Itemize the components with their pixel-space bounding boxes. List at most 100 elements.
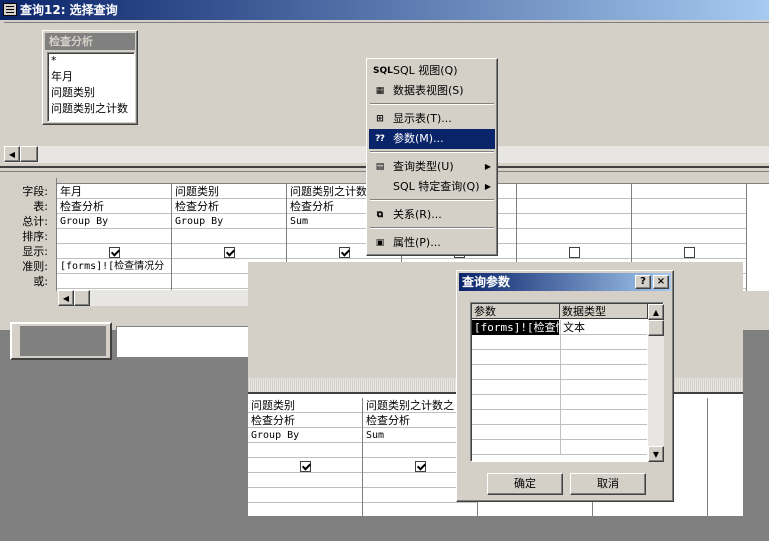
data-type-cell[interactable]: 文本 (560, 320, 647, 335)
or-cell[interactable] (57, 274, 171, 289)
table-row[interactable] (472, 365, 647, 380)
parameters-icon: ⁇ (375, 134, 385, 144)
sort-cell[interactable] (172, 229, 286, 244)
menu-separator (370, 227, 494, 229)
table-row[interactable] (472, 440, 647, 455)
menu-item-show-table[interactable]: ⊞ 显示表(T)... (369, 109, 495, 129)
grid-column[interactable]: 年月 检查分析 Group By [forms]![检查情况分 (57, 184, 172, 291)
menu-separator (370, 199, 494, 201)
context-menu[interactable]: SQL SQL 视图(Q) ▦ 数据表视图(S) ⊞ 显示表(T)... ⁇ 参… (366, 58, 498, 256)
total-cell[interactable] (517, 214, 631, 229)
field-cell[interactable]: 问题类别 (248, 398, 362, 413)
menu-item-sql-view[interactable]: SQL SQL 视图(Q) (369, 61, 495, 81)
field-list-title[interactable]: 检查分析 (45, 33, 135, 50)
grid-column[interactable]: 问题类别 检查分析 Group By (248, 398, 363, 518)
query-type-icon: ▤ (375, 162, 385, 172)
field-list[interactable]: * 年月 问题类别 问题类别之计数 (47, 52, 135, 122)
dialog-titlebar[interactable]: 查询参数 ? × (459, 273, 671, 291)
scroll-left-icon[interactable]: ◀ (58, 290, 74, 306)
field-cell[interactable] (632, 184, 746, 199)
show-checkbox[interactable] (108, 246, 120, 258)
relationships-icon: ⧉ (376, 210, 384, 220)
row-label-field: 字段: (22, 185, 48, 198)
scroll-thumb[interactable] (648, 320, 664, 336)
total-cell[interactable] (632, 214, 746, 229)
scroll-left-icon[interactable]: ◀ (4, 146, 20, 162)
background-panel (20, 326, 106, 356)
criteria-cell[interactable]: [forms]![检查情况分 (57, 259, 171, 274)
show-checkbox[interactable] (223, 246, 235, 258)
scroll-thumb[interactable] (20, 146, 38, 162)
show-cell[interactable] (632, 244, 746, 259)
show-cell[interactable] (57, 244, 171, 259)
table-row[interactable] (472, 395, 647, 410)
table-cell[interactable] (517, 199, 631, 214)
field-item[interactable]: 问题类别 (48, 85, 134, 101)
parameter-cell[interactable]: [forms]![检查情 (472, 320, 559, 335)
parameters-table[interactable]: 参数 数据类型 [forms]![检查情 文本 ▲ ▼ (470, 302, 664, 462)
scroll-thumb[interactable] (74, 290, 90, 306)
table-row[interactable] (472, 380, 647, 395)
field-cell[interactable] (517, 184, 631, 199)
column-header-data-type[interactable]: 数据类型 (560, 304, 648, 319)
sort-cell[interactable] (57, 229, 171, 244)
menu-item-parameters[interactable]: ⁇ 参数(M)... (369, 129, 495, 149)
query-icon (3, 3, 17, 16)
show-cell[interactable] (172, 244, 286, 259)
row-label-show: 显示: (22, 245, 48, 258)
close-icon[interactable]: × (653, 275, 669, 289)
help-icon[interactable]: ? (635, 275, 651, 289)
total-cell[interactable]: Group By (172, 214, 286, 229)
table-cell[interactable]: 检查分析 (172, 199, 286, 214)
table-row[interactable] (472, 335, 647, 350)
menu-item-datasheet-view[interactable]: ▦ 数据表视图(S) (369, 81, 495, 101)
field-item[interactable]: * (48, 53, 134, 69)
table-row[interactable]: [forms]![检查情 文本 (472, 320, 647, 335)
sort-cell[interactable] (248, 443, 362, 458)
column-header-parameter[interactable]: 参数 (472, 304, 560, 319)
field-list-window[interactable]: 检查分析 * 年月 问题类别 问题类别之计数 (42, 30, 138, 125)
scroll-down-icon[interactable]: ▼ (648, 446, 664, 462)
show-checkbox[interactable] (414, 460, 426, 472)
row-label-total: 总计: (22, 215, 48, 228)
show-cell[interactable] (248, 458, 362, 473)
or-cell[interactable] (248, 488, 362, 503)
row-label-table: 表: (33, 200, 48, 213)
sort-cell[interactable] (517, 229, 631, 244)
sql-icon: SQL (373, 66, 393, 76)
show-checkbox[interactable] (683, 246, 695, 258)
total-cell[interactable]: Group By (248, 428, 362, 443)
ok-button[interactable]: 确定 (487, 473, 563, 495)
criteria-cell[interactable] (248, 473, 362, 488)
row-label-or: 或: (33, 275, 48, 288)
submenu-arrow-icon: ▶ (484, 182, 491, 191)
show-cell[interactable] (517, 244, 631, 259)
field-cell[interactable]: 问题类别 (172, 184, 286, 199)
menu-item-query-type[interactable]: ▤ 查询类型(U) ▶ (369, 157, 495, 177)
cancel-button[interactable]: 取消 (570, 473, 646, 495)
grid-horizontal-scrollbar[interactable]: ◀ (58, 290, 248, 306)
show-checkbox[interactable] (338, 246, 350, 258)
show-checkbox[interactable] (299, 460, 311, 472)
row-label-sort: 排序: (22, 230, 48, 243)
vertical-scrollbar[interactable]: ▲ ▼ (648, 304, 664, 462)
scroll-up-icon[interactable]: ▲ (648, 304, 664, 320)
total-cell[interactable]: Group By (57, 214, 171, 229)
table-cell[interactable] (632, 199, 746, 214)
field-item[interactable]: 年月 (48, 69, 134, 85)
table-cell[interactable]: 检查分析 (248, 413, 362, 428)
sort-cell[interactable] (632, 229, 746, 244)
dialog-title: 查询参数 (462, 275, 511, 289)
field-item[interactable]: 问题类别之计数 (48, 101, 134, 117)
table-cell[interactable]: 检查分析 (57, 199, 171, 214)
show-checkbox[interactable] (568, 246, 580, 258)
table-row[interactable] (472, 410, 647, 425)
menu-item-relationships[interactable]: ⧉ 关系(R)... (369, 205, 495, 225)
menu-item-properties[interactable]: ▣ 属性(P)... (369, 233, 495, 253)
properties-icon: ▣ (375, 238, 385, 248)
background-panel (116, 326, 256, 358)
table-row[interactable] (472, 425, 647, 440)
field-cell[interactable]: 年月 (57, 184, 171, 199)
menu-item-sql-specific[interactable]: SQL 特定查询(Q) ▶ (369, 177, 495, 197)
table-row[interactable] (472, 350, 647, 365)
